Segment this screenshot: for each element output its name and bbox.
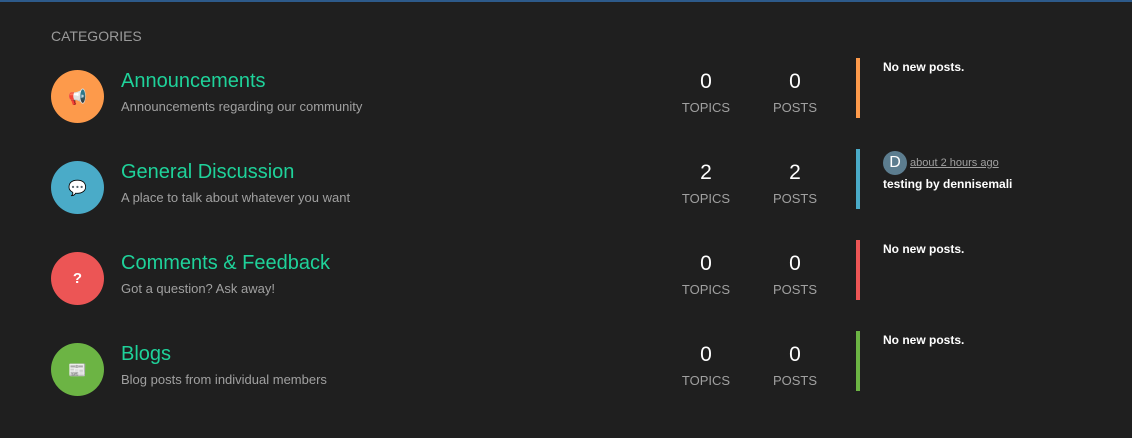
category-row: 📢 Announcements Announcements regarding …: [0, 58, 1132, 161]
category-color-bar: [856, 149, 860, 209]
category-title-link[interactable]: Announcements: [121, 70, 266, 93]
last-post-time-link[interactable]: about 2 hours ago: [910, 157, 999, 169]
topics-count: 2: [700, 161, 712, 184]
topics-count: 0: [700, 70, 712, 93]
posts-label: POSTS: [772, 100, 818, 115]
category-color-bar: [856, 240, 860, 300]
posts-stat: 2 POSTS: [755, 161, 835, 206]
category-description: Announcements regarding our community: [121, 99, 363, 114]
categories-heading: CATEGORIES: [51, 28, 142, 44]
topics-stat: 0 TOPICS: [666, 252, 746, 297]
posts-label: POSTS: [772, 282, 818, 297]
question-icon[interactable]: ?: [51, 252, 104, 305]
posts-count: 0: [789, 70, 801, 93]
topics-label: TOPICS: [681, 100, 731, 115]
topics-stat: 0 TOPICS: [666, 70, 746, 115]
category-description: Blog posts from individual members: [121, 372, 327, 387]
category-title-link[interactable]: Blogs: [121, 343, 171, 366]
category-title-link[interactable]: Comments & Feedback: [121, 252, 330, 275]
category-description: Got a question? Ask away!: [121, 281, 275, 296]
comments-icon[interactable]: 💬: [51, 161, 104, 214]
posts-count: 0: [789, 343, 801, 366]
topics-label: TOPICS: [681, 282, 731, 297]
posts-count: 0: [789, 252, 801, 275]
last-post: No new posts.: [883, 242, 965, 256]
topics-count: 0: [700, 343, 712, 366]
posts-stat: 0 POSTS: [755, 343, 835, 388]
category-row: 💬 General Discussion A place to talk abo…: [0, 149, 1132, 252]
category-row: 📰 Blogs Blog posts from individual membe…: [0, 331, 1132, 434]
category-row: ? Comments & Feedback Got a question? As…: [0, 240, 1132, 343]
posts-stat: 0 POSTS: [755, 70, 835, 115]
topics-stat: 2 TOPICS: [666, 161, 746, 206]
topics-stat: 0 TOPICS: [666, 343, 746, 388]
top-border: [0, 0, 1132, 2]
posts-count: 2: [789, 161, 801, 184]
last-post: Dabout 2 hours ago testing by dennisemali: [883, 151, 1012, 191]
posts-label: POSTS: [772, 191, 818, 206]
avatar[interactable]: D: [883, 151, 907, 175]
category-description: A place to talk about whatever you want: [121, 190, 351, 205]
newspaper-icon[interactable]: 📰: [51, 343, 104, 396]
last-post: No new posts.: [883, 333, 965, 347]
last-post: No new posts.: [883, 60, 965, 74]
megaphone-icon[interactable]: 📢: [51, 70, 104, 123]
category-color-bar: [856, 331, 860, 391]
category-color-bar: [856, 58, 860, 118]
topics-label: TOPICS: [681, 191, 731, 206]
last-post-title[interactable]: testing by dennisemali: [883, 177, 1012, 191]
topics-count: 0: [700, 252, 712, 275]
topics-label: TOPICS: [681, 373, 731, 388]
posts-label: POSTS: [772, 373, 818, 388]
category-title-link[interactable]: General Discussion: [121, 161, 294, 184]
posts-stat: 0 POSTS: [755, 252, 835, 297]
